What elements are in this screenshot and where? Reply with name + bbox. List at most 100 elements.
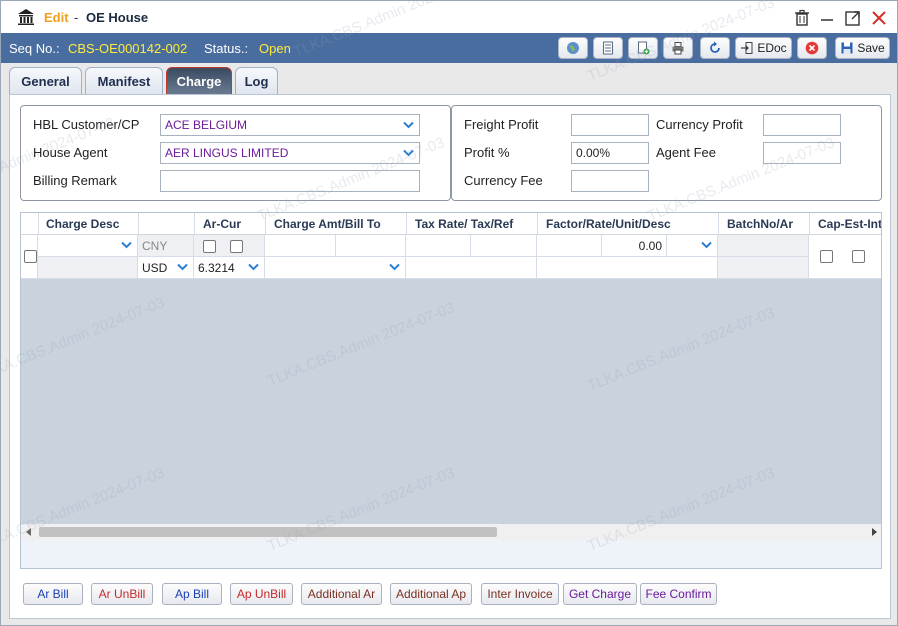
new-document-icon	[638, 41, 650, 55]
ar-bill-button[interactable]: Ar Bill	[23, 583, 83, 605]
agent-fee-input[interactable]	[763, 142, 841, 164]
col-tax-rate[interactable]: Tax Rate/ Tax/Ref	[415, 217, 513, 231]
close-icon[interactable]	[870, 9, 888, 27]
ar-cell	[718, 257, 809, 279]
charge-desc-select[interactable]	[38, 235, 138, 257]
col-cap-est-int[interactable]: Cap-Est-Int	[818, 217, 881, 231]
table-row: CNY USD 6.3214 0.00	[21, 235, 881, 279]
save-icon	[841, 42, 853, 54]
est-checkbox[interactable]	[852, 250, 865, 263]
col-ar-cur[interactable]: Ar-Cur	[203, 217, 241, 231]
currency-profit-input[interactable]	[763, 114, 841, 136]
print-button[interactable]	[663, 37, 693, 59]
oe-house-window: Edit - OE House Seq No.: CBS-OE000142-00…	[0, 0, 898, 626]
tax-rate-input[interactable]	[406, 235, 471, 257]
chevron-down-icon[interactable]	[695, 235, 717, 255]
house-agent-field[interactable]: AER LINGUS LIMITED	[160, 142, 420, 164]
hbl-customer-field[interactable]: ACE BELGIUM	[160, 114, 420, 136]
status-value: Open	[259, 41, 291, 56]
currency-fee-input[interactable]	[571, 170, 649, 192]
get-charge-button[interactable]: Get Charge	[563, 583, 637, 605]
scrollbar-thumb[interactable]	[39, 527, 497, 537]
tab-manifest[interactable]: Manifest	[85, 67, 163, 95]
factor-rate-value[interactable]: 0.00	[602, 235, 667, 257]
currency-value: USD	[142, 260, 168, 275]
col-charge-amt[interactable]: Charge Amt/Bill To	[274, 217, 381, 231]
billing-remark-label: Billing Remark	[33, 173, 117, 188]
ar-unbill-button[interactable]: Ar UnBill	[91, 583, 153, 605]
chevron-down-icon[interactable]	[171, 257, 193, 277]
rate-select[interactable]: 6.3214	[194, 257, 265, 279]
cap-est-int-cell	[809, 235, 881, 279]
freight-profit-input[interactable]	[571, 114, 649, 136]
status-label: Status.:	[204, 41, 249, 56]
scroll-right-icon[interactable]	[870, 528, 878, 536]
chevron-down-icon[interactable]	[397, 143, 419, 163]
desc-input[interactable]	[537, 257, 718, 279]
inter-invoice-button[interactable]: Inter Invoice	[481, 583, 559, 605]
tab-general[interactable]: General	[9, 67, 82, 95]
additional-ap-button[interactable]: Additional Ap	[390, 583, 472, 605]
bill-to-input[interactable]	[336, 235, 406, 257]
title-bar: Edit - OE House	[1, 1, 897, 33]
currency-profit-label: Currency Profit	[656, 117, 743, 132]
factor-input[interactable]	[537, 235, 602, 257]
row-checkbox[interactable]	[24, 250, 37, 263]
bill-to-select[interactable]	[265, 257, 406, 279]
chevron-down-icon[interactable]	[383, 257, 405, 277]
edoc-button[interactable]: EDoc	[735, 37, 792, 59]
ap-bill-button[interactable]: Ap Bill	[162, 583, 222, 605]
chevron-down-icon[interactable]	[115, 235, 137, 255]
ar-checkbox-1[interactable]	[203, 240, 216, 253]
col-charge-desc[interactable]: Charge Desc	[46, 217, 119, 231]
additional-ar-button[interactable]: Additional Ar	[301, 583, 382, 605]
globe-button[interactable]	[558, 37, 588, 59]
col-batch-no[interactable]: BatchNo/Ar	[727, 217, 793, 231]
charge-amt-input[interactable]	[265, 235, 336, 257]
tax-ref-input[interactable]	[471, 235, 537, 257]
tab-log[interactable]: Log	[235, 67, 278, 95]
tax-sub-input[interactable]	[406, 257, 537, 279]
bank-icon	[18, 9, 34, 25]
currency-fee-label: Currency Fee	[464, 173, 543, 188]
minimize-icon[interactable]	[818, 9, 836, 27]
window-title: OE House	[86, 10, 149, 25]
house-agent-value: AER LINGUS LIMITED	[165, 146, 289, 160]
new-document-button[interactable]	[628, 37, 658, 59]
title-separator: -	[74, 10, 79, 25]
batch-no-cell	[718, 235, 809, 257]
printer-icon	[672, 42, 684, 55]
ar-currency-value: CNY	[138, 235, 194, 257]
col-factor-rate[interactable]: Factor/Rate/Unit/Desc	[546, 217, 671, 231]
profit-pct-input[interactable]: 0.00%	[571, 142, 649, 164]
cancel-icon	[805, 41, 819, 55]
freight-profit-label: Freight Profit	[464, 117, 539, 132]
scroll-left-icon[interactable]	[25, 528, 33, 536]
edit-mode-label: Edit	[44, 10, 69, 25]
charge-grid: Charge Desc Ar-Cur Charge Amt/Bill To Ta…	[20, 212, 882, 569]
house-agent-label: House Agent	[33, 145, 108, 160]
tab-charge[interactable]: Charge	[166, 67, 232, 95]
currency-select[interactable]: USD	[138, 257, 194, 279]
maximize-icon[interactable]	[844, 9, 862, 27]
cancel-button[interactable]	[797, 37, 827, 59]
refresh-button[interactable]	[700, 37, 730, 59]
fee-confirm-button[interactable]: Fee Confirm	[640, 583, 717, 605]
trash-icon[interactable]	[793, 9, 811, 27]
chevron-down-icon[interactable]	[242, 257, 264, 277]
grid-footer	[21, 540, 881, 568]
ap-unbill-button[interactable]: Ap UnBill	[230, 583, 293, 605]
ar-checkbox-2[interactable]	[230, 240, 243, 253]
cap-checkbox[interactable]	[820, 250, 833, 263]
horizontal-scrollbar[interactable]	[21, 524, 881, 540]
agent-fee-label: Agent Fee	[656, 145, 716, 160]
document-button[interactable]	[593, 37, 623, 59]
unit-select[interactable]	[667, 235, 718, 257]
profit-pct-label: Profit %	[464, 145, 510, 160]
save-button[interactable]: Save	[835, 37, 890, 59]
ar-cur-checks	[194, 235, 265, 257]
row-select-cell	[21, 235, 38, 279]
document-icon	[603, 41, 613, 55]
billing-remark-input[interactable]	[160, 170, 420, 192]
chevron-down-icon[interactable]	[397, 115, 419, 135]
